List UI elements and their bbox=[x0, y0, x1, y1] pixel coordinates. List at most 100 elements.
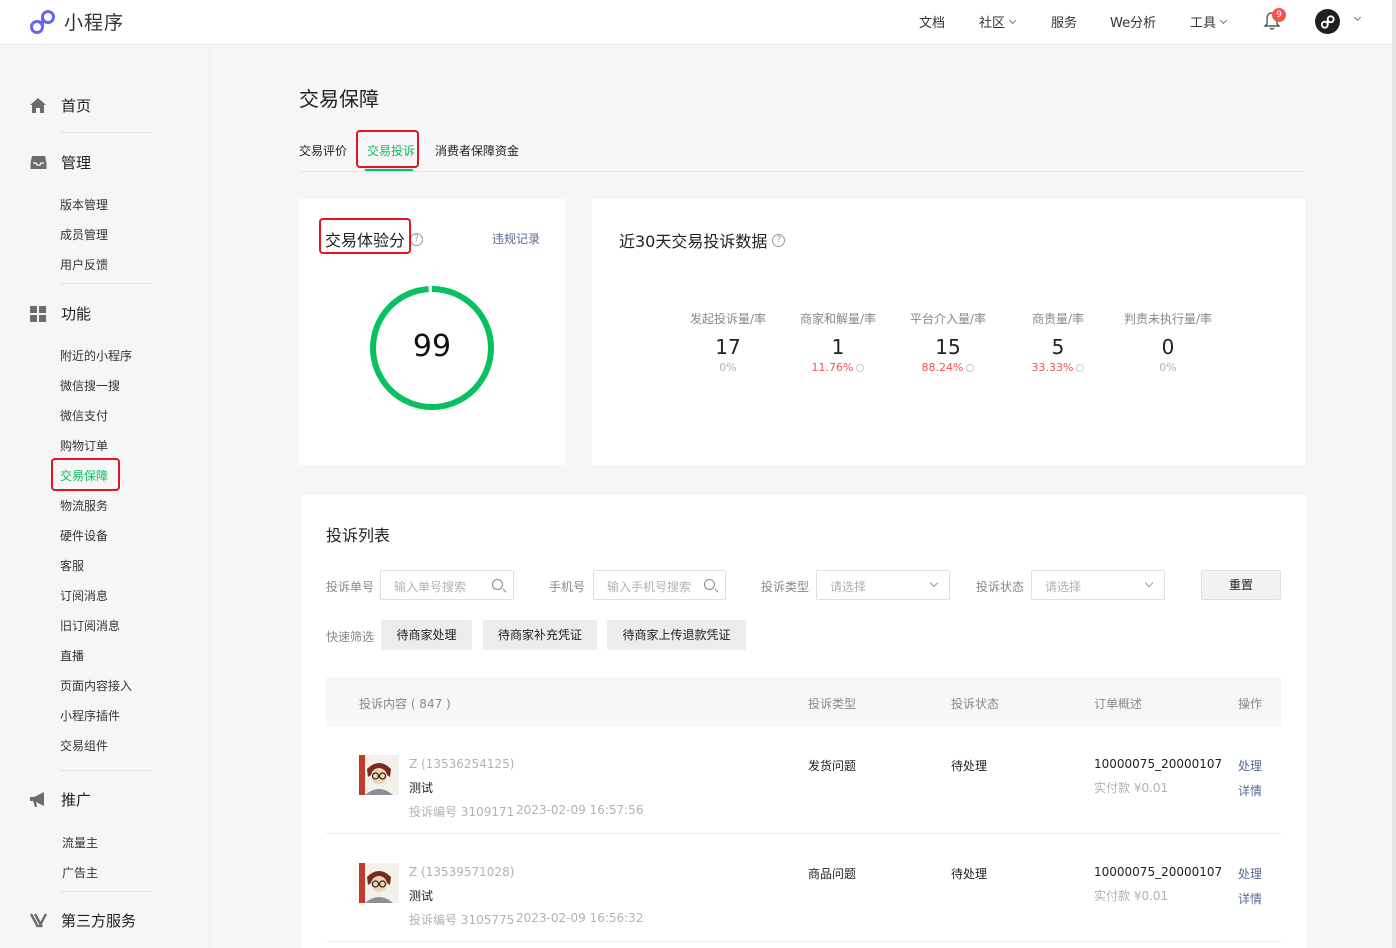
sidebar-item[interactable]: 附近的小程序 bbox=[60, 347, 132, 364]
home-icon bbox=[29, 97, 47, 115]
logo[interactable]: 小程序 bbox=[30, 8, 124, 35]
handle-link[interactable]: 处理 bbox=[1238, 865, 1262, 882]
stat-label: 发起投诉量/率 bbox=[689, 312, 767, 326]
megaphone-icon bbox=[29, 791, 47, 809]
sidebar-item[interactable]: 物流服务 bbox=[60, 497, 108, 514]
stat-item: 商责量/率 5 33.33% bbox=[1003, 310, 1113, 374]
divider bbox=[60, 770, 152, 771]
column-header-action: 操作 bbox=[1238, 697, 1263, 711]
stat-rate-text: 11.76% bbox=[811, 361, 854, 374]
topnav-item[interactable]: 服务 bbox=[1051, 12, 1077, 31]
phone-search-input[interactable]: 输入手机号搜索 bbox=[593, 570, 726, 600]
complaint-stats-title: 近30天交易投诉数据 ? bbox=[619, 228, 786, 252]
column-header-type: 投诉类型 bbox=[808, 697, 857, 711]
sidebar-item[interactable]: 用户反馈 bbox=[60, 256, 108, 273]
stat-item: 发起投诉量/率 17 0% bbox=[673, 310, 783, 374]
account-chevron-down-icon[interactable] bbox=[1353, 13, 1362, 22]
stat-rate: 33.33% bbox=[1003, 361, 1113, 374]
topnav-item-label: 社区 bbox=[979, 16, 1006, 31]
sidebar-item[interactable]: 购物订单 bbox=[60, 437, 108, 454]
sidebar-item[interactable]: 客服 bbox=[60, 557, 84, 574]
search-icon bbox=[704, 579, 715, 590]
divider bbox=[60, 132, 152, 133]
stat-rate: 0% bbox=[1113, 361, 1223, 374]
column-header-order: 订单概述 bbox=[1094, 697, 1143, 711]
complaint-status-select[interactable]: 请选择 bbox=[1031, 570, 1165, 600]
stat-rate-text: 0% bbox=[719, 361, 737, 374]
help-icon[interactable] bbox=[856, 364, 865, 372]
quick-filter-pending-refund-proof[interactable]: 待商家上传退款凭证 bbox=[607, 620, 746, 650]
stat-label: 判责未执行量/率 bbox=[1123, 312, 1213, 326]
sidebar-third-party[interactable]: 第三方服务 bbox=[29, 910, 136, 931]
topnav-item[interactable]: 文档 bbox=[919, 12, 945, 31]
topnav-item[interactable]: We分析 bbox=[1110, 12, 1156, 31]
chevron-down-icon bbox=[1144, 578, 1154, 588]
order-paid: 实付款 ¥0.01 bbox=[1094, 781, 1169, 795]
stat-rate: 11.76% bbox=[783, 361, 893, 374]
complaint-type: 商品问题 bbox=[808, 867, 857, 881]
quick-filter-pending-evidence[interactable]: 待商家补充凭证 bbox=[483, 620, 597, 650]
order-no-placeholder: 输入单号搜索 bbox=[394, 580, 467, 594]
sidebar-third-party-label: 第三方服务 bbox=[61, 912, 137, 930]
sidebar-item[interactable]: 页面内容接入 bbox=[60, 677, 132, 694]
tab-bar: 交易评价 交易投诉 消费者保障资金 bbox=[299, 142, 539, 159]
account-avatar[interactable] bbox=[1315, 9, 1340, 34]
help-icon[interactable] bbox=[966, 364, 975, 372]
topnav-item[interactable]: 工具 bbox=[1190, 12, 1228, 31]
sidebar-item[interactable]: 流量主 bbox=[62, 834, 98, 851]
complaint-time: 2023-02-09 16:56:32 bbox=[516, 911, 644, 925]
sidebar-manage[interactable]: 管理 bbox=[29, 152, 91, 173]
topnav-item-label: 工具 bbox=[1190, 16, 1217, 31]
sidebar-item[interactable]: 微信搜一搜 bbox=[60, 377, 120, 394]
handle-link[interactable]: 处理 bbox=[1238, 757, 1262, 774]
stat-label: 平台介入量/率 bbox=[909, 312, 987, 326]
phone-placeholder: 输入手机号搜索 bbox=[607, 580, 692, 594]
order-no-search-input[interactable]: 输入单号搜索 bbox=[380, 570, 514, 600]
help-icon[interactable]: ? bbox=[772, 233, 786, 247]
sidebar-item[interactable]: 交易组件 bbox=[60, 737, 108, 754]
sidebar-promo[interactable]: 推广 bbox=[29, 789, 91, 810]
complainant: Z (13536254125) bbox=[409, 757, 515, 771]
complaint-content: 测试 bbox=[409, 889, 434, 903]
sidebar-item[interactable]: 成员管理 bbox=[60, 226, 108, 243]
reset-button[interactable]: 重置 bbox=[1201, 570, 1281, 600]
tab-item[interactable]: 交易评价 bbox=[299, 142, 347, 159]
stat-item: 判责未执行量/率 0 0% bbox=[1113, 310, 1223, 374]
order-no-label: 投诉单号 bbox=[326, 580, 375, 594]
help-icon[interactable]: ? bbox=[410, 232, 424, 246]
sidebar: 首页 管理 版本管理成员管理用户反馈 功能 附近的小程序 微信搜一搜微信支付购物订… bbox=[0, 46, 210, 948]
complaint-number: 投诉编号 3105775 bbox=[409, 913, 515, 927]
sidebar-item[interactable]: 硬件设备 bbox=[60, 527, 108, 544]
search-icon bbox=[492, 579, 503, 590]
page-title: 交易保障 bbox=[299, 87, 379, 111]
complaint-type-label: 投诉类型 bbox=[761, 580, 810, 594]
complaint-stats-title-text: 近30天交易投诉数据 bbox=[619, 232, 768, 251]
complaint-list-title: 投诉列表 bbox=[326, 526, 391, 545]
sidebar-item[interactable]: 版本管理 bbox=[60, 196, 108, 213]
complaint-content: 测试 bbox=[409, 781, 434, 795]
sidebar-item[interactable]: 小程序插件 bbox=[60, 707, 120, 724]
sidebar-item[interactable]: 微信支付 bbox=[60, 407, 108, 424]
complaint-type-select[interactable]: 请选择 bbox=[816, 570, 950, 600]
quick-filter-pending-merchant[interactable]: 待商家处理 bbox=[381, 620, 472, 650]
sidebar-item[interactable]: 订阅消息 bbox=[60, 587, 108, 604]
detail-link[interactable]: 详情 bbox=[1238, 890, 1262, 907]
phone-label: 手机号 bbox=[549, 580, 586, 594]
help-icon[interactable] bbox=[1076, 364, 1085, 372]
stat-value: 5 bbox=[1051, 335, 1065, 359]
sidebar-feature-label: 功能 bbox=[61, 305, 92, 323]
divider bbox=[60, 283, 152, 284]
sidebar-item[interactable]: 直播 bbox=[60, 647, 84, 664]
stat-item: 商家和解量/率 1 11.76% bbox=[783, 310, 893, 374]
detail-link[interactable]: 详情 bbox=[1238, 782, 1262, 799]
tab-item[interactable]: 消费者保障资金 bbox=[435, 142, 519, 159]
sidebar-home[interactable]: 首页 bbox=[29, 95, 91, 116]
violation-record-link[interactable]: 违规记录 bbox=[492, 230, 540, 247]
score-value: 99 bbox=[412, 329, 452, 364]
topnav-item[interactable]: 社区 bbox=[979, 12, 1017, 31]
notification-badge: 9 bbox=[1272, 8, 1286, 22]
scrollbar[interactable] bbox=[1392, 0, 1396, 948]
sidebar-item[interactable]: 广告主 bbox=[62, 864, 98, 881]
sidebar-feature[interactable]: 功能 bbox=[29, 303, 91, 324]
sidebar-item[interactable]: 旧订阅消息 bbox=[60, 617, 120, 634]
